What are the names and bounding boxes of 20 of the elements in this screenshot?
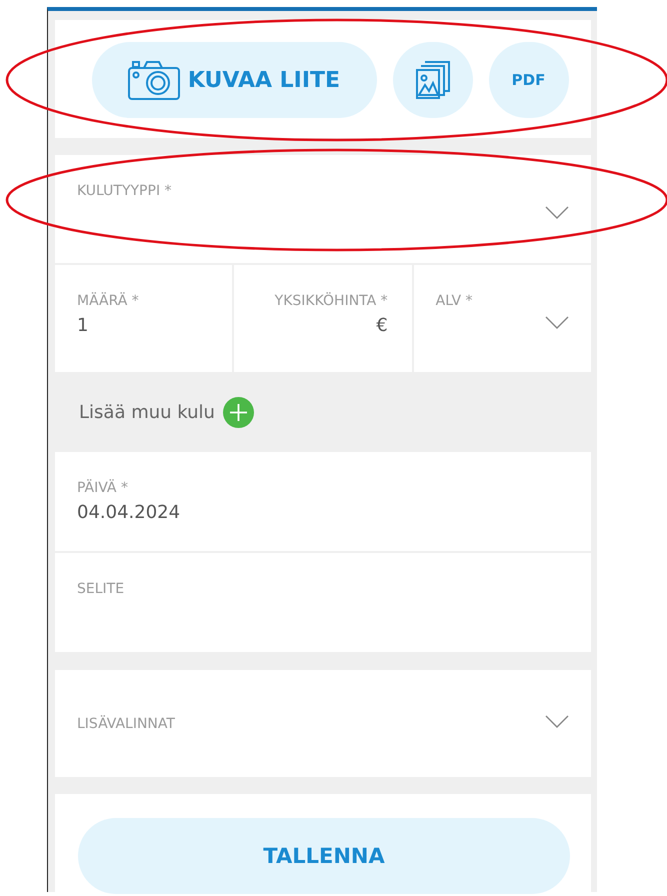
field-label: SELITE <box>77 581 126 597</box>
field-label: LISÄVALINNAT <box>77 716 176 732</box>
chevron-icon <box>544 316 569 330</box>
field-label: KULUTYYPPI * <box>77 183 173 199</box>
image-icon <box>416 61 450 99</box>
field-label: ALV * <box>436 293 474 309</box>
take-photo-button[interactable]: KUVAA LIITE <box>92 42 376 118</box>
plus-icon <box>222 396 254 428</box>
field-value: 1 <box>77 315 90 336</box>
camera-icon <box>128 60 180 100</box>
field-value: € <box>376 315 388 336</box>
field-label: YKSIKKÖHINTA * <box>274 293 388 309</box>
add-expense-button[interactable]: Lisää muu kulu <box>79 396 254 428</box>
field-label: PÄIVÄ * <box>77 480 129 496</box>
chevron-icon <box>545 206 569 220</box>
save-button[interactable]: TALLENNA <box>78 818 570 894</box>
field-value: 04.04.2024 <box>77 502 182 523</box>
collapsible-section[interactable]: LISÄVALINNAT <box>55 670 591 777</box>
pdf-button[interactable]: PDF <box>488 42 568 118</box>
field-label: MÄÄRÄ * <box>77 293 140 309</box>
